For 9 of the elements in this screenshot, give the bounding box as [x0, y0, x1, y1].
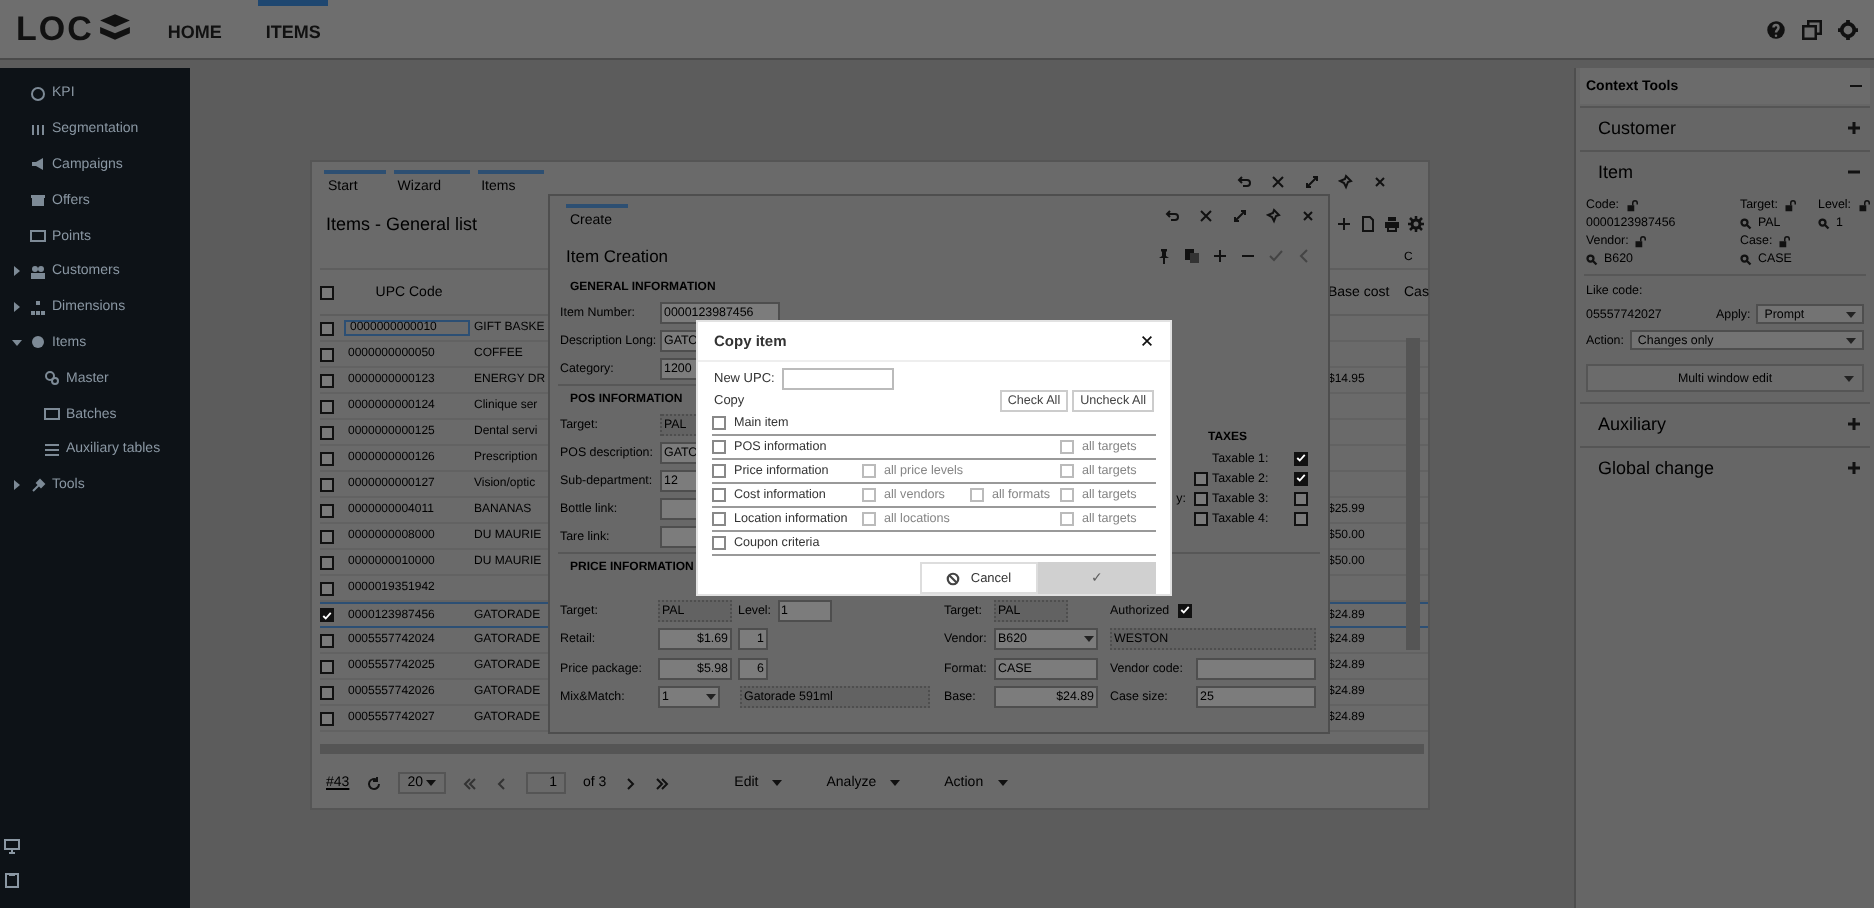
accordion-header[interactable]: Customer: [1580, 106, 1870, 148]
accordion-header[interactable]: Global change: [1580, 446, 1870, 488]
nav-tab[interactable]: ITEMS: [257, 0, 329, 59]
window-title: Item Creation: [564, 246, 669, 266]
accordion-header[interactable]: Auxiliary: [1580, 402, 1870, 444]
window-title: Items - General list: [326, 214, 478, 234]
nav-tab[interactable]: HOME: [159, 0, 230, 59]
accordion-header[interactable]: Item: [1580, 150, 1870, 192]
logo-text: LOC: [16, 9, 94, 49]
